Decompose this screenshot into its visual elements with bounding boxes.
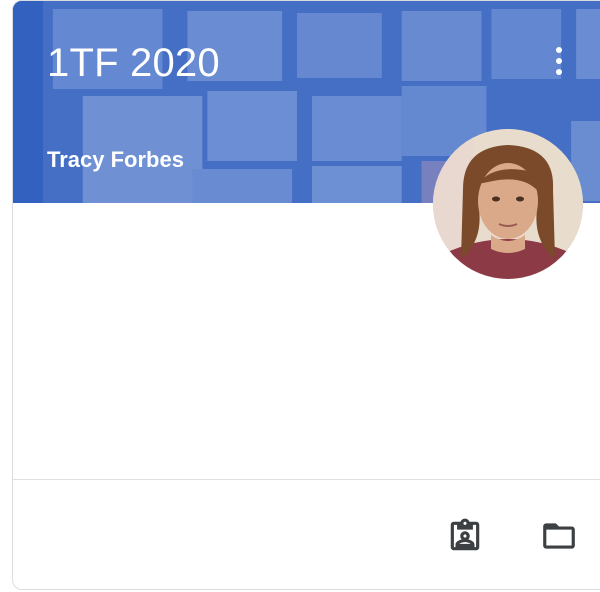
card-footer	[13, 479, 600, 589]
more-options-button[interactable]	[543, 37, 575, 85]
folder-icon	[543, 523, 575, 549]
class-title-link[interactable]: 1TF 2020	[47, 41, 220, 86]
teacher-name: Tracy Forbes	[47, 147, 184, 172]
teacher-avatar	[433, 129, 583, 279]
more-vert-icon-dot	[556, 58, 562, 64]
open-folder-button[interactable]	[531, 508, 587, 564]
more-vert-icon-dot	[556, 69, 562, 75]
avatar-photo	[433, 129, 583, 279]
assignment-ind-icon	[450, 518, 480, 551]
more-vert-icon	[556, 47, 562, 53]
open-your-work-button[interactable]	[437, 508, 493, 564]
class-card[interactable]: 1TF 2020 Tracy Forbes	[12, 0, 600, 590]
